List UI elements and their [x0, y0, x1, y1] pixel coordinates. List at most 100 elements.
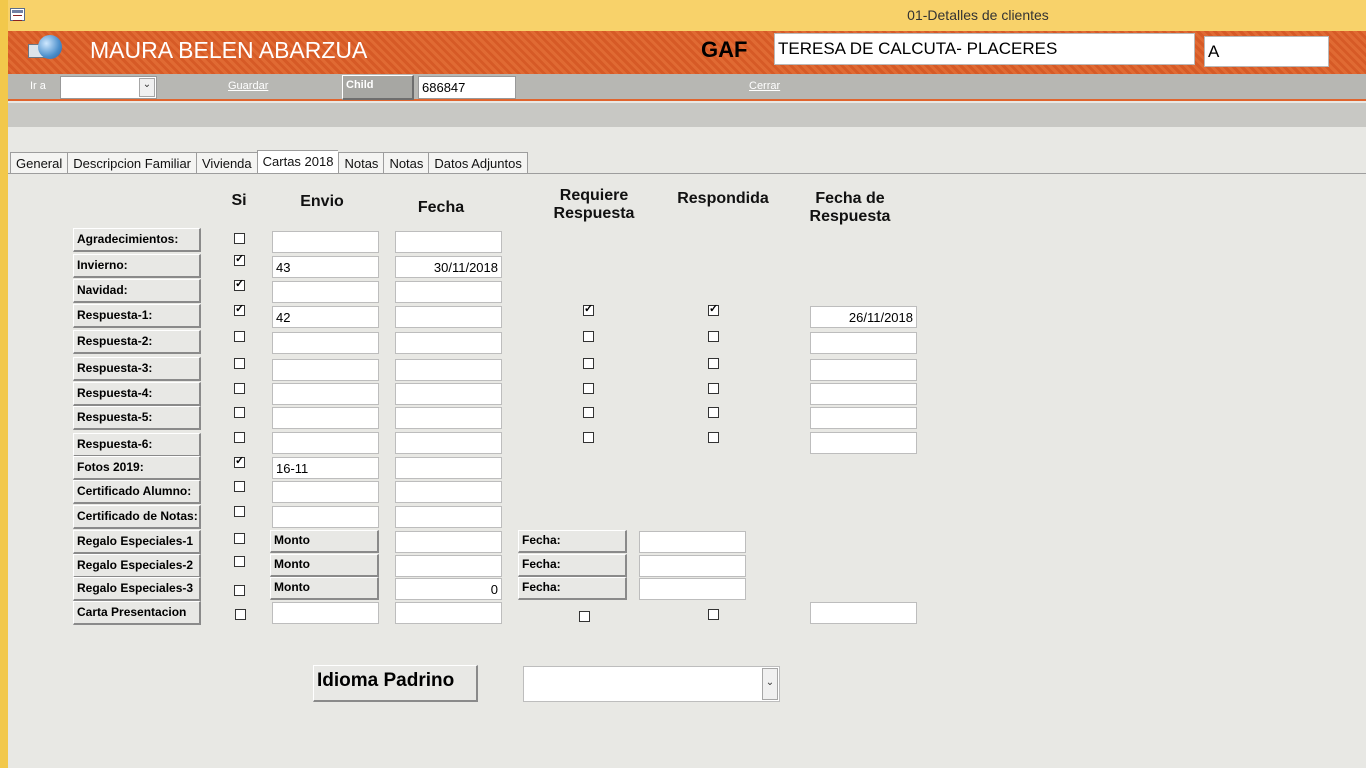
envio-field[interactable]	[272, 281, 379, 303]
monto-field[interactable]	[395, 555, 502, 577]
envio-field[interactable]	[272, 481, 379, 503]
si-checkbox[interactable]	[234, 302, 245, 316]
envio-field[interactable]: 42	[272, 306, 379, 328]
fecha-respuesta-field[interactable]: 26/11/2018	[810, 306, 917, 328]
fecha-respuesta-field[interactable]	[810, 407, 917, 429]
envio-field[interactable]	[272, 407, 379, 429]
save-button[interactable]: Guardar	[228, 80, 268, 92]
fecha-respuesta-field[interactable]	[810, 332, 917, 354]
code-field[interactable]: A	[1204, 36, 1329, 67]
si-checkbox[interactable]	[234, 252, 245, 266]
si-checkbox[interactable]	[234, 556, 245, 567]
row-button-regalo-especiales-2[interactable]: Regalo Especiales-2	[73, 554, 201, 578]
tab-vivienda[interactable]: Vivienda	[196, 152, 257, 174]
row-button-respuesta-3[interactable]: Respuesta-3:	[73, 357, 201, 381]
envio-field[interactable]	[272, 432, 379, 454]
row-button-respuesta-2[interactable]: Respuesta-2:	[73, 330, 201, 354]
si-checkbox[interactable]	[234, 331, 245, 342]
si-checkbox[interactable]	[234, 407, 245, 418]
close-button[interactable]: Cerrar	[749, 80, 780, 92]
row-button-regalo-especiales-1[interactable]: Regalo Especiales-1	[73, 530, 201, 554]
fecha-regalo-field[interactable]	[639, 578, 746, 600]
row-button-respuesta-1[interactable]: Respuesta-1:	[73, 304, 201, 328]
row-button-certificado-alumno[interactable]: Certificado Alumno:	[73, 480, 201, 504]
chevron-down-icon[interactable]: ⌄	[139, 78, 155, 97]
row-button-respuesta-4[interactable]: Respuesta-4:	[73, 382, 201, 406]
requiere-checkbox[interactable]	[583, 358, 594, 369]
row-button-carta-presentacion[interactable]: Carta Presentacion	[73, 601, 201, 625]
row-button-respuesta-5[interactable]: Respuesta-5:	[73, 406, 201, 430]
tab-notas[interactable]: Notas	[338, 152, 384, 174]
fecha-field[interactable]	[395, 281, 502, 303]
fecha-field[interactable]	[395, 332, 502, 354]
requiere-checkbox[interactable]	[583, 331, 594, 342]
fecha-field[interactable]	[395, 231, 502, 253]
si-checkbox[interactable]	[234, 432, 245, 443]
fecha-respuesta-field[interactable]	[810, 602, 917, 624]
fecha-regalo-button[interactable]: Fecha:	[518, 530, 627, 553]
respondida-checkbox[interactable]	[708, 609, 719, 620]
si-checkbox[interactable]	[234, 585, 245, 596]
si-checkbox[interactable]	[234, 533, 245, 544]
row-button-navidad[interactable]: Navidad:	[73, 279, 201, 303]
si-checkbox[interactable]	[234, 233, 245, 244]
envio-field[interactable]	[272, 231, 379, 253]
chevron-down-icon[interactable]: ⌄	[762, 668, 778, 700]
tab-datos-adjuntos[interactable]: Datos Adjuntos	[428, 152, 528, 174]
monto-button[interactable]: Monto	[270, 577, 379, 600]
si-checkbox[interactable]	[234, 481, 245, 492]
fecha-field[interactable]	[395, 432, 502, 454]
fecha-field[interactable]	[395, 506, 502, 528]
requiere-checkbox[interactable]	[579, 611, 590, 622]
fecha-regalo-field[interactable]	[639, 531, 746, 553]
idioma-padrino-button[interactable]: Idioma Padrino	[313, 665, 478, 702]
envio-field[interactable]	[272, 332, 379, 354]
fecha-field[interactable]: 30/11/2018	[395, 256, 502, 278]
fecha-respuesta-field[interactable]	[810, 432, 917, 454]
row-button-certificado-notas[interactable]: Certificado de Notas:	[73, 505, 201, 529]
fecha-regalo-button[interactable]: Fecha:	[518, 554, 627, 577]
si-checkbox[interactable]	[234, 454, 245, 468]
monto-button[interactable]: Monto	[270, 554, 379, 577]
row-button-regalo-especiales-3[interactable]: Regalo Especiales-3	[73, 577, 201, 601]
respondida-checkbox[interactable]	[708, 432, 719, 443]
fecha-field[interactable]	[395, 359, 502, 381]
child-button[interactable]: Child	[342, 75, 414, 100]
envio-field[interactable]: 16-11	[272, 457, 379, 479]
si-checkbox[interactable]	[234, 358, 245, 369]
si-checkbox[interactable]	[234, 506, 245, 517]
envio-field[interactable]	[272, 383, 379, 405]
si-checkbox[interactable]	[234, 277, 245, 291]
respondida-checkbox[interactable]	[708, 331, 719, 342]
child-id-field[interactable]: 686847	[418, 76, 516, 99]
si-checkbox[interactable]	[235, 609, 246, 620]
organization-field[interactable]: TERESA DE CALCUTA- PLACERES	[774, 33, 1195, 65]
row-button-fotos-2019[interactable]: Fotos 2019:	[73, 456, 201, 480]
fecha-field[interactable]	[395, 306, 502, 328]
tab-cartas-2018[interactable]: Cartas 2018	[256, 150, 339, 174]
monto-field[interactable]	[395, 531, 502, 553]
fecha-field[interactable]	[395, 481, 502, 503]
row-button-invierno[interactable]: Invierno:	[73, 254, 201, 278]
row-button-agradecimientos[interactable]: Agradecimientos:	[73, 228, 201, 252]
respondida-checkbox[interactable]	[708, 358, 719, 369]
envio-field[interactable]	[272, 602, 379, 624]
tab-notas-2[interactable]: Notas	[383, 152, 429, 174]
respondida-checkbox[interactable]	[708, 407, 719, 418]
si-checkbox[interactable]	[234, 383, 245, 394]
fecha-field[interactable]	[395, 602, 502, 624]
fecha-field[interactable]	[395, 407, 502, 429]
fecha-respuesta-field[interactable]	[810, 359, 917, 381]
fecha-regalo-field[interactable]	[639, 555, 746, 577]
fecha-respuesta-field[interactable]	[810, 383, 917, 405]
fecha-regalo-button[interactable]: Fecha:	[518, 577, 627, 600]
tab-descripcion-familiar[interactable]: Descripcion Familiar	[67, 152, 196, 174]
respondida-checkbox[interactable]	[708, 302, 719, 316]
tab-general[interactable]: General	[10, 152, 68, 174]
envio-field[interactable]: 43	[272, 256, 379, 278]
monto-button[interactable]: Monto	[270, 530, 379, 553]
respondida-checkbox[interactable]	[708, 383, 719, 394]
requiere-checkbox[interactable]	[583, 383, 594, 394]
envio-field[interactable]	[272, 359, 379, 381]
envio-field[interactable]	[272, 506, 379, 528]
